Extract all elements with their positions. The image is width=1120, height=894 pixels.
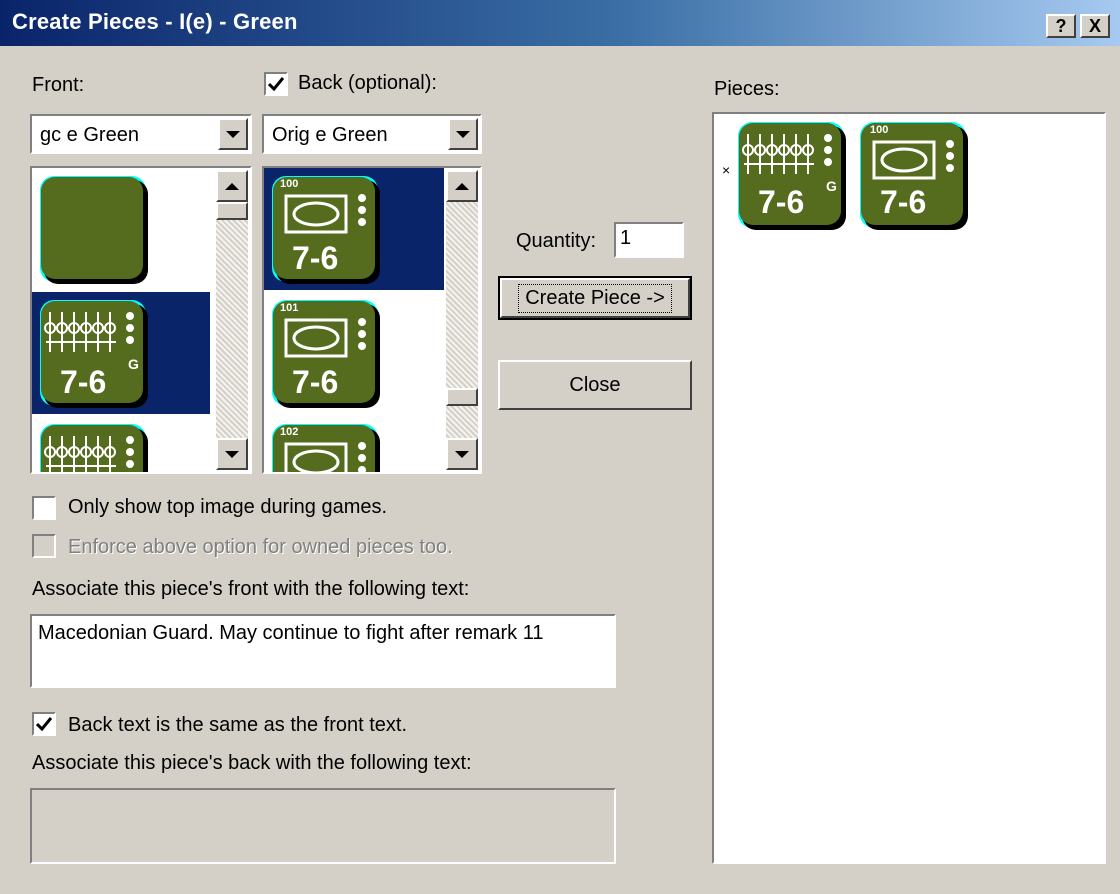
counter-value: 7-6	[880, 184, 927, 220]
scroll-down-button[interactable]	[216, 438, 248, 470]
only-top-image-label: Only show top image during games.	[68, 496, 388, 518]
counter-id: 102	[280, 426, 299, 438]
back-image-list[interactable]: 100 7-6 101 7-6 102	[262, 166, 482, 474]
scroll-up-button[interactable]	[446, 170, 478, 202]
counter-value: 7-6	[758, 184, 805, 220]
phalanx-counter-icon	[40, 424, 148, 472]
counter-superscript: G	[128, 356, 139, 372]
back-combo-dropdown-button[interactable]	[448, 118, 478, 150]
back-optional-checkbox[interactable]	[264, 72, 288, 96]
front-label: Front:	[32, 74, 85, 96]
checkmark-icon	[36, 717, 52, 731]
close-button[interactable]: Close	[498, 360, 692, 410]
back-same-checkbox[interactable]	[32, 712, 56, 736]
counter-superscript: G	[826, 178, 837, 194]
close-label: Close	[569, 373, 621, 396]
quantity-label: Quantity:	[516, 230, 597, 252]
help-button[interactable]: ?	[1046, 14, 1076, 38]
pieces-label: Pieces:	[714, 78, 780, 100]
front-text-field[interactable]: Macedonian Guard. May continue to fight …	[30, 614, 616, 688]
scroll-up-button[interactable]	[216, 170, 248, 202]
list-item[interactable]: 101 7-6	[264, 292, 444, 414]
counter-value: 7-6	[292, 240, 339, 276]
list-item[interactable]: 100 7-6	[264, 168, 444, 290]
back-text-label: Associate this piece's back with the fol…	[32, 752, 472, 774]
current-piece-marker: ×	[722, 162, 731, 178]
scroll-down-button[interactable]	[446, 438, 478, 470]
chevron-down-icon	[226, 130, 240, 138]
counter-id: 101	[280, 302, 299, 314]
create-piece-label: Create Piece ->	[518, 283, 672, 313]
blank-counter-icon	[40, 176, 148, 284]
back-optional-label: Back (optional):	[298, 72, 437, 94]
quantity-input[interactable]: 1	[614, 222, 684, 258]
chevron-down-icon	[455, 450, 469, 458]
counter-id: 100	[870, 124, 889, 136]
close-window-button[interactable]: X	[1080, 14, 1110, 38]
list-item[interactable]	[32, 168, 210, 290]
counter-value: 7-6	[60, 364, 107, 400]
back-list-scrollbar[interactable]	[446, 170, 478, 470]
counter-value: 7-6	[292, 364, 339, 400]
piece-item[interactable]: 100 7-6	[858, 120, 972, 234]
create-pieces-dialog: Create Pieces - I(e) - Green ? X Front: …	[0, 0, 1120, 894]
chevron-down-icon	[225, 450, 239, 458]
back-same-label: Back text is the same as the front text.	[68, 714, 408, 736]
create-piece-button[interactable]: Create Piece ->	[498, 276, 692, 320]
enforce-owned-label: Enforce above option for owned pieces to…	[68, 536, 453, 558]
back-combo-value: Orig e Green	[272, 124, 388, 146]
chevron-up-icon	[455, 182, 469, 190]
list-item[interactable]	[32, 416, 210, 472]
front-list-scrollbar[interactable]	[216, 170, 248, 470]
window-title: Create Pieces - I(e) - Green	[12, 9, 298, 34]
front-combo-dropdown-button[interactable]	[218, 118, 248, 150]
list-item[interactable]: 7-6 G	[32, 292, 210, 414]
title-bar[interactable]: Create Pieces - I(e) - Green ? X	[0, 0, 1120, 46]
piece-item[interactable]: 7-6 G	[736, 120, 850, 234]
front-combo[interactable]: gc e Green	[30, 114, 252, 154]
scroll-thumb[interactable]	[216, 202, 248, 220]
front-text-label: Associate this piece's front with the fo…	[32, 578, 470, 600]
front-image-list[interactable]: 7-6 G	[30, 166, 252, 474]
pieces-list[interactable]: × 7-6 G 100 7-6	[712, 112, 1106, 864]
checkmark-icon	[268, 77, 284, 91]
chevron-up-icon	[225, 182, 239, 190]
only-top-image-checkbox[interactable]	[32, 496, 56, 520]
back-combo[interactable]: Orig e Green	[262, 114, 482, 154]
back-text-field[interactable]	[30, 788, 616, 864]
counter-id: 100	[280, 178, 299, 190]
scroll-thumb[interactable]	[446, 388, 478, 406]
chevron-down-icon	[456, 130, 470, 138]
list-item[interactable]: 102	[264, 416, 444, 472]
front-combo-value: gc e Green	[40, 124, 139, 146]
enforce-owned-checkbox[interactable]	[32, 534, 56, 558]
